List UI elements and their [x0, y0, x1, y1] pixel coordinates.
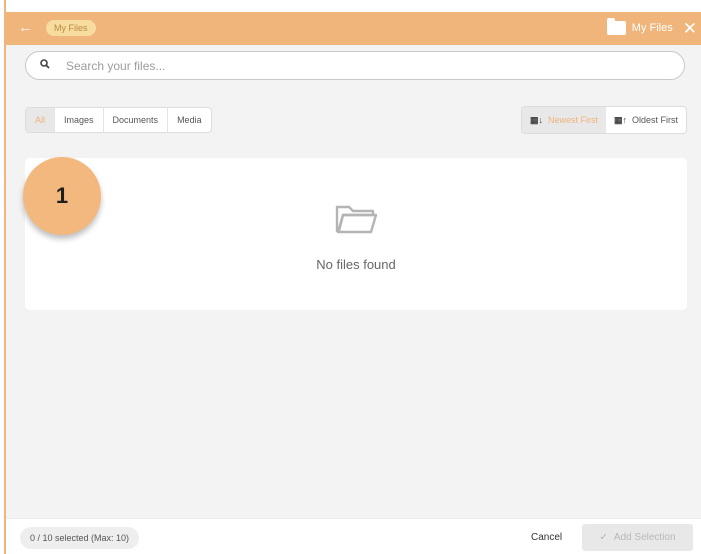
- empty-state-message: No files found: [316, 257, 396, 272]
- sort-newest-label: Newest First: [547, 115, 598, 125]
- header-right: My Files ✕: [606, 18, 697, 38]
- add-selection-button[interactable]: ✓ Add Selection: [582, 524, 693, 551]
- filter-images[interactable]: Images: [55, 108, 104, 132]
- cancel-button[interactable]: Cancel: [531, 532, 562, 543]
- sort-oldest-label: Oldest First: [631, 115, 678, 125]
- sort-newest-button[interactable]: ▦↓ Newest First: [521, 107, 606, 133]
- close-icon[interactable]: ✕: [683, 20, 697, 37]
- breadcrumb-chip[interactable]: My Files: [46, 20, 96, 36]
- check-icon: ✓: [599, 532, 608, 543]
- modal-header: ← My Files My Files ✕: [6, 12, 701, 45]
- annotation-badge: 1: [23, 157, 101, 235]
- search-icon: [40, 59, 56, 72]
- sort-desc-icon: ▦↓: [529, 115, 543, 125]
- arrow-left-icon[interactable]: ←: [18, 19, 33, 36]
- filter-documents[interactable]: Documents: [104, 108, 169, 132]
- folder-open-icon: [335, 203, 378, 235]
- sort-toggle: ▦↓ Newest First ▦↑ Oldest First: [520, 106, 687, 134]
- modal-footer: 0 / 10 selected (Max: 10) Cancel ✓ Add S…: [6, 518, 701, 554]
- header-title: My Files: [631, 22, 673, 34]
- file-browser: All Images Documents Media ▦↓ Newest Fir…: [6, 45, 701, 518]
- filter-all[interactable]: All: [26, 108, 56, 132]
- add-selection-label: Add Selection: [613, 532, 676, 543]
- sort-oldest-button[interactable]: ▦↑ Oldest First: [606, 107, 686, 133]
- search-bar: [25, 51, 685, 80]
- folder-icon: [606, 18, 626, 35]
- filter-tabs: All Images Documents Media: [25, 107, 212, 133]
- sort-asc-icon: ▦↑: [613, 115, 627, 125]
- selection-count: 0 / 10 selected (Max: 10): [20, 527, 140, 549]
- search-input[interactable]: [64, 57, 658, 74]
- filter-media[interactable]: Media: [168, 108, 211, 132]
- empty-state-card: No files found: [25, 158, 687, 310]
